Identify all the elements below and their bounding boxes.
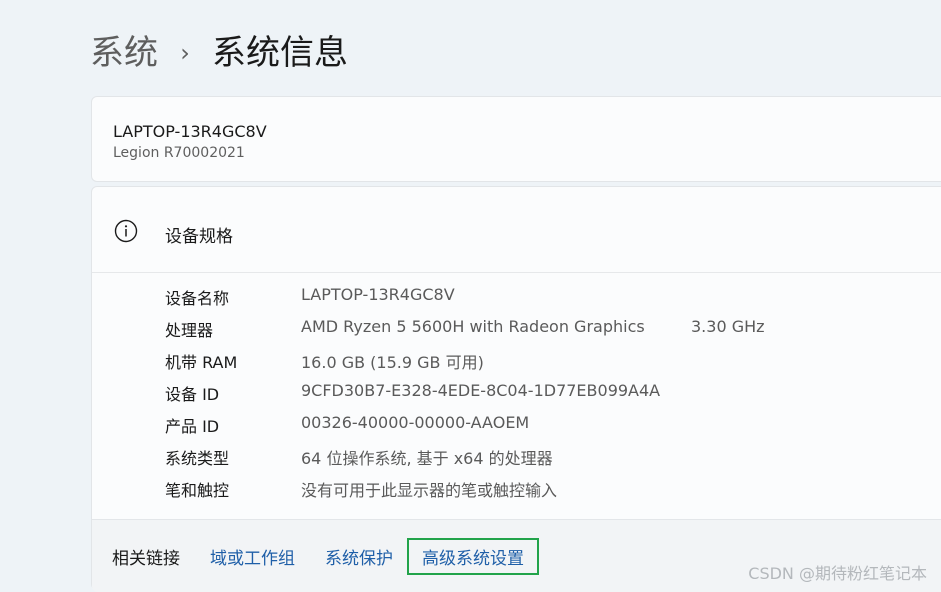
- spec-row-processor: 处理器 AMD Ryzen 5 5600H with Radeon Graphi…: [92, 315, 941, 347]
- spec-row-system-type: 系统类型 64 位操作系统, 基于 x64 的处理器: [92, 443, 941, 475]
- spec-value: 00326-40000-00000-AAOEM: [301, 413, 530, 432]
- spec-row-ram: 机带 RAM 16.0 GB (15.9 GB 可用): [92, 347, 941, 379]
- spec-value: 9CFD30B7-E328-4EDE-8C04-1D77EB099A4A: [301, 381, 661, 400]
- spec-value: 64 位操作系统, 基于 x64 的处理器: [301, 449, 553, 468]
- domain-workgroup-link[interactable]: 域或工作组: [210, 544, 295, 569]
- device-card: LAPTOP-13R4GC8V Legion R70002021: [91, 96, 941, 182]
- device-specs-card: 设备规格 设备名称 LAPTOP-13R4GC8V 处理器 AMD Ryzen …: [91, 186, 941, 592]
- watermark: CSDN @期待粉红笔记本: [748, 564, 927, 583]
- breadcrumb-parent[interactable]: 系统: [90, 36, 158, 70]
- device-model: Legion R70002021: [113, 145, 245, 161]
- spec-label: 设备 ID: [165, 385, 220, 404]
- info-icon: [114, 219, 138, 243]
- processor-speed: 3.30 GHz: [691, 317, 765, 336]
- breadcrumb-separator-icon: ›: [180, 39, 190, 67]
- spec-label: 设备名称: [165, 289, 230, 308]
- spec-label: 产品 ID: [165, 417, 220, 436]
- advanced-system-settings-link[interactable]: 高级系统设置: [407, 538, 539, 575]
- system-protection-link[interactable]: 系统保护: [325, 544, 393, 569]
- spec-value: AMD Ryzen 5 5600H with Radeon Graphics: [301, 317, 645, 336]
- spec-value: 没有可用于此显示器的笔或触控输入: [301, 481, 558, 500]
- spec-label: 处理器: [165, 321, 214, 340]
- spec-label: 机带 RAM: [165, 353, 238, 372]
- device-specs-header[interactable]: 设备规格: [92, 187, 941, 273]
- spec-label: 笔和触控: [165, 481, 230, 500]
- page-title: 系统信息: [212, 33, 348, 73]
- spec-row-device-name: 设备名称 LAPTOP-13R4GC8V: [92, 283, 941, 315]
- spec-row-product-id: 产品 ID 00326-40000-00000-AAOEM: [92, 411, 941, 443]
- spec-row-device-id: 设备 ID 9CFD30B7-E328-4EDE-8C04-1D77EB099A…: [92, 379, 941, 411]
- spec-value: LAPTOP-13R4GC8V: [301, 285, 455, 304]
- spec-label: 系统类型: [165, 449, 230, 468]
- spec-rows: 设备名称 LAPTOP-13R4GC8V 处理器 AMD Ryzen 5 560…: [92, 283, 941, 507]
- breadcrumb: 系统 › 系统信息: [90, 28, 348, 78]
- spec-row-pen-touch: 笔和触控 没有可用于此显示器的笔或触控输入: [92, 475, 941, 507]
- device-specs-title: 设备规格: [165, 227, 233, 247]
- related-links-label: 相关链接: [112, 549, 180, 569]
- spec-value: 16.0 GB (15.9 GB 可用): [301, 353, 484, 372]
- device-name: LAPTOP-13R4GC8V: [113, 122, 267, 141]
